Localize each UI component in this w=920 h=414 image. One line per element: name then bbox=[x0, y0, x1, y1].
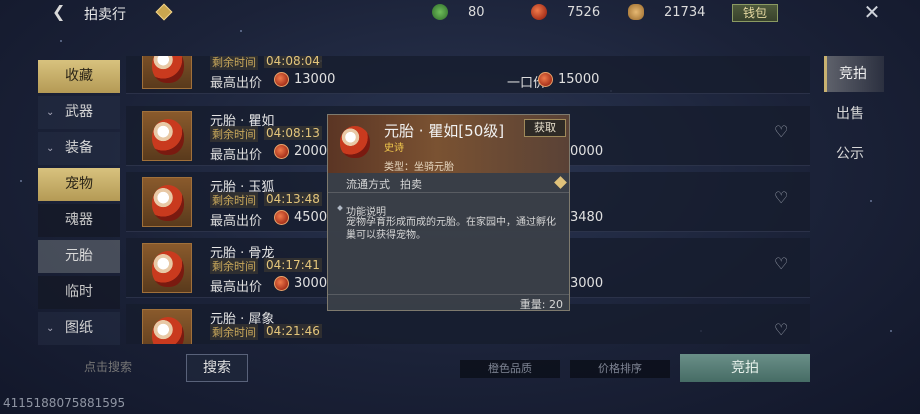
back-arrow-icon[interactable]: ❮ bbox=[52, 4, 68, 20]
gold-ingot-icon bbox=[628, 4, 644, 20]
sidebar-item-blueprints[interactable]: ⌄ 图纸 bbox=[38, 312, 120, 345]
tooltip-footer: 重量: 20 bbox=[328, 294, 569, 311]
item-thumbnail bbox=[142, 177, 192, 227]
chevron-down-icon: ⌄ bbox=[46, 143, 55, 154]
remaining-time: 04:08:04 bbox=[264, 56, 322, 68]
bullet-icon bbox=[337, 205, 343, 211]
tooltip-header: 元胎 · 瞿如[50级] 史诗 类型：坐骑元胎 获取 bbox=[328, 115, 569, 173]
currency-gold: 21734 bbox=[628, 3, 724, 21]
sidebar-item-label: 武器 bbox=[65, 104, 93, 120]
mode-tabs: 竞拍 出售 公示 bbox=[824, 56, 884, 176]
buyout-value: 0000 bbox=[570, 144, 604, 159]
diamond-info-icon[interactable] bbox=[155, 3, 173, 21]
tooltip-item-name: 元胎 · 瞿如[50级] bbox=[384, 122, 505, 140]
remaining-time: 04:17:41 bbox=[264, 258, 322, 272]
obtain-button[interactable]: 获取 bbox=[524, 119, 566, 137]
currency-red: 7526 bbox=[531, 3, 627, 21]
tab-public-notice[interactable]: 公示 bbox=[824, 136, 884, 172]
remaining-time-label: 剩余时间 bbox=[210, 192, 258, 208]
remaining-time-label: 剩余时间 bbox=[210, 56, 258, 70]
tooltip-type: 类型：坐骑元胎 bbox=[384, 162, 454, 173]
item-thumbnail bbox=[142, 56, 192, 89]
close-icon[interactable]: ✕ bbox=[862, 2, 882, 22]
jade-coin-icon bbox=[432, 4, 448, 20]
sidebar-item-pets[interactable]: 宠物 bbox=[38, 168, 120, 201]
search-button[interactable]: 搜索 bbox=[186, 354, 248, 382]
top-bar: ❮ 拍卖行 80 7526 21734 钱包 ✕ bbox=[0, 0, 920, 26]
item-thumbnail bbox=[142, 111, 192, 161]
sidebar-item-temporary[interactable]: 临时 bbox=[38, 276, 120, 309]
wallet-button[interactable]: 钱包 bbox=[732, 4, 778, 22]
sidebar-item-equipment[interactable]: ⌄ 装备 bbox=[38, 132, 120, 165]
highest-bid-label: 最高出价 bbox=[210, 214, 263, 229]
highest-bid-label: 最高出价 bbox=[210, 76, 263, 91]
item-tooltip: 元胎 · 瞿如[50级] 史诗 类型：坐骑元胎 获取 流通方式 拍卖 功能说明 … bbox=[327, 114, 570, 311]
tooltip-item-icon bbox=[338, 125, 372, 159]
sidebar-item-favorites[interactable]: 收藏 bbox=[38, 60, 120, 93]
red-coin-icon bbox=[274, 276, 289, 291]
red-coin-icon bbox=[274, 144, 289, 159]
highest-bid-value: 3000 bbox=[294, 276, 328, 291]
tooltip-description: 宠物孕育形成而成的元胎。在家园中，通过孵化巢可以获得宠物。 bbox=[346, 217, 556, 241]
egg-icon bbox=[340, 126, 370, 158]
favorite-heart-icon[interactable]: ♡ bbox=[774, 122, 788, 141]
currency-red-value: 7526 bbox=[567, 4, 601, 20]
buyout-value: 15000 bbox=[558, 72, 600, 87]
diamond-icon bbox=[554, 176, 567, 189]
favorite-heart-icon[interactable]: ♡ bbox=[774, 254, 788, 273]
player-uid: 4115188075881595 bbox=[3, 396, 126, 410]
sidebar-item-label: 装备 bbox=[65, 140, 93, 156]
tab-bidding[interactable]: 竞拍 bbox=[824, 56, 884, 92]
remaining-time: 04:08:13 bbox=[264, 126, 322, 140]
red-coin-icon bbox=[538, 72, 553, 87]
tooltip-flow-label: 流通方式 bbox=[346, 178, 390, 191]
buyout-value: 3000 bbox=[570, 276, 604, 291]
highest-bid-label: 最高出价 bbox=[210, 148, 263, 163]
currency-jade-value: 80 bbox=[468, 4, 485, 20]
currency-jade: 80 bbox=[432, 3, 528, 21]
remaining-time-label: 剩余时间 bbox=[210, 324, 258, 340]
remaining-time: 04:13:48 bbox=[264, 192, 322, 206]
favorite-heart-icon[interactable]: ♡ bbox=[774, 320, 788, 339]
category-sidebar: 收藏 ⌄ 武器 ⌄ 装备 宠物 魂器 元胎 临时 ⌄ 图纸 bbox=[38, 60, 120, 348]
buyout-value: 3480 bbox=[570, 210, 604, 225]
egg-icon bbox=[152, 56, 184, 83]
highest-bid-label: 最高出价 bbox=[210, 280, 263, 295]
page-title: 拍卖行 bbox=[84, 7, 126, 23]
place-bid-button[interactable]: 竞拍 bbox=[680, 354, 810, 382]
highest-bid-value: 13000 bbox=[294, 72, 336, 87]
divider bbox=[328, 192, 569, 193]
red-coin-icon bbox=[274, 210, 289, 225]
sidebar-item-soul-vessel[interactable]: 魂器 bbox=[38, 204, 120, 237]
highest-bid-value: 4500 bbox=[294, 210, 328, 225]
tooltip-rarity: 史诗 bbox=[384, 143, 404, 154]
price-sort-button[interactable]: 价格排序 bbox=[570, 360, 670, 378]
sidebar-item-embryo[interactable]: 元胎 bbox=[38, 240, 120, 273]
sidebar-item-label: 图纸 bbox=[65, 320, 93, 336]
item-thumbnail bbox=[142, 243, 192, 293]
remaining-time: 04:21:46 bbox=[264, 324, 322, 338]
list-item[interactable]: 剩余时间 04:08:04 最高出价 13000 一口价 15000 bbox=[126, 56, 810, 94]
quality-filter-button[interactable]: 橙色品质 bbox=[460, 360, 560, 378]
chevron-down-icon: ⌄ bbox=[46, 323, 55, 334]
sidebar-item-weapons[interactable]: ⌄ 武器 bbox=[38, 96, 120, 129]
tooltip-weight: 重量: 20 bbox=[519, 298, 563, 311]
tooltip-flow-value: 拍卖 bbox=[400, 178, 422, 191]
bottom-bar: 搜索 橙色品质 价格排序 竞拍 bbox=[36, 350, 810, 384]
favorite-heart-icon[interactable]: ♡ bbox=[774, 188, 788, 207]
red-coin-icon bbox=[274, 72, 289, 87]
tab-sell[interactable]: 出售 bbox=[824, 96, 884, 132]
remaining-time-label: 剩余时间 bbox=[210, 258, 258, 274]
red-coin-icon bbox=[531, 4, 547, 20]
search-input[interactable] bbox=[36, 354, 180, 380]
item-thumbnail bbox=[142, 309, 192, 344]
currency-gold-value: 21734 bbox=[664, 4, 706, 20]
egg-icon bbox=[152, 119, 184, 155]
highest-bid-value: 2000 bbox=[294, 144, 328, 159]
egg-icon bbox=[152, 251, 184, 287]
egg-icon bbox=[152, 317, 184, 344]
chevron-down-icon: ⌄ bbox=[46, 107, 55, 118]
egg-icon bbox=[152, 185, 184, 221]
remaining-time-label: 剩余时间 bbox=[210, 126, 258, 142]
